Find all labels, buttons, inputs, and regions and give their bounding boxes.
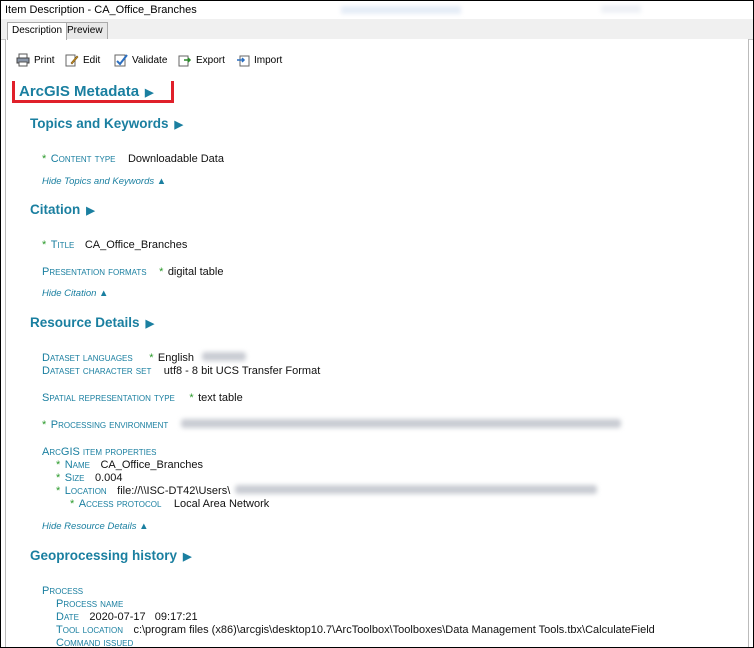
citation-heading-text: Citation xyxy=(30,202,81,217)
import-icon xyxy=(236,53,250,67)
tool-location-value: c:\program files (x86)\arcgis\desktop10.… xyxy=(133,624,655,636)
content-type-value: Downloadable Data xyxy=(127,153,224,165)
section-citation-heading[interactable]: Citation ▶ xyxy=(30,202,95,217)
required-star: * xyxy=(56,485,61,497)
import-button[interactable]: Import xyxy=(236,52,282,68)
tab-description[interactable]: Description xyxy=(7,22,68,40)
expand-arrow-icon: ▶ xyxy=(86,205,95,217)
topics-heading-text: Topics and Keywords xyxy=(30,116,169,131)
edit-label: Edit xyxy=(83,54,101,66)
processing-environment-row: * Processing environment xyxy=(42,415,621,433)
printer-icon xyxy=(16,53,30,67)
expand-arrow-icon: ▶ xyxy=(145,87,154,99)
metadata-content: ArcGIS Metadata ▶ Topics and Keywords ▶ * … xyxy=(5,81,749,647)
section-geoprocessing-heading[interactable]: Geoprocessing history ▶ xyxy=(30,548,192,563)
required-star: * xyxy=(42,153,47,165)
validate-icon xyxy=(114,53,128,67)
content-type-row: * Content type Downloadable Data xyxy=(42,149,224,167)
export-label: Export xyxy=(196,54,225,66)
export-icon xyxy=(178,53,192,67)
resource-heading-text: Resource Details xyxy=(30,315,140,330)
print-button[interactable]: Print xyxy=(16,52,55,68)
dataset-charset-value: utf8 - 8 bit UCS Transfer Format xyxy=(163,365,321,377)
required-star: * xyxy=(42,419,47,431)
redacted-text xyxy=(234,485,597,495)
import-label: Import xyxy=(254,54,283,66)
export-button[interactable]: Export xyxy=(178,52,225,68)
required-star: * xyxy=(70,498,75,510)
blurred-region xyxy=(601,5,641,13)
access-protocol-value: Local Area Network xyxy=(173,498,270,510)
section-resource-heading[interactable]: Resource Details ▶ xyxy=(30,315,154,330)
expand-arrow-icon: ▶ xyxy=(183,551,192,563)
access-protocol-row: * Access protocol Local Area Network xyxy=(70,494,269,512)
hide-topics-link[interactable]: Hide Topics and Keywords ▲ xyxy=(42,176,166,187)
spatial-representation-row: Spatial representation type * text table xyxy=(42,388,243,406)
required-star: * xyxy=(189,392,194,404)
spatial-representation-value: text table xyxy=(198,392,243,404)
hide-citation-link[interactable]: Hide Citation ▲ xyxy=(42,288,108,299)
redacted-text xyxy=(180,419,621,429)
dataset-charset-row: Dataset character set utf8 - 8 bit UCS T… xyxy=(42,361,320,379)
expand-arrow-icon: ▶ xyxy=(174,119,183,131)
item-description-window: Item Description - CA_Office_Branches De… xyxy=(0,0,754,648)
spatial-representation-label: Spatial representation type xyxy=(42,392,175,404)
required-star: * xyxy=(42,239,47,251)
validate-button[interactable]: Validate xyxy=(114,52,167,68)
command-issued-label: Command issued xyxy=(56,637,134,647)
edit-button[interactable]: Edit xyxy=(65,52,100,68)
processing-environment-label: Processing environment xyxy=(50,419,169,431)
geoprocessing-heading-text: Geoprocessing history xyxy=(30,548,178,563)
required-star: * xyxy=(159,266,164,278)
window-titlebar: Item Description - CA_Office_Branches xyxy=(1,1,753,19)
presentation-formats-value: digital table xyxy=(167,266,224,278)
dataset-charset-label: Dataset character set xyxy=(42,365,152,377)
toolbar: Print Edit Validate Export Import xyxy=(5,39,749,81)
metadata-title[interactable]: ArcGIS Metadata ▶ xyxy=(19,83,154,100)
title-label: Title xyxy=(50,239,75,251)
expand-arrow-icon: ▶ xyxy=(145,318,155,330)
access-protocol-label: Access protocol xyxy=(78,498,162,510)
validate-label: Validate xyxy=(132,54,168,66)
print-label: Print xyxy=(34,54,55,66)
content-type-label: Content type xyxy=(50,153,116,165)
redacted-text xyxy=(202,352,247,362)
window-title: Item Description - CA_Office_Branches xyxy=(5,4,197,16)
edit-icon xyxy=(65,53,79,67)
tab-preview[interactable]: Preview xyxy=(62,22,108,39)
hide-resource-link[interactable]: Hide Resource Details ▲ xyxy=(42,521,149,532)
section-topics-heading[interactable]: Topics and Keywords ▶ xyxy=(30,116,183,131)
blurred-region xyxy=(341,6,461,14)
tab-strip: Description Preview xyxy=(1,19,753,40)
tool-location-row: Tool location c:\program files (x86)\arc… xyxy=(56,620,655,638)
metadata-title-text: ArcGIS Metadata xyxy=(19,83,140,100)
title-row: * Title CA_Office_Branches xyxy=(42,235,187,253)
presentation-formats-label: Presentation formats xyxy=(42,266,147,278)
presentation-formats-row: Presentation formats * digital table xyxy=(42,262,223,280)
title-value: CA_Office_Branches xyxy=(84,239,188,251)
